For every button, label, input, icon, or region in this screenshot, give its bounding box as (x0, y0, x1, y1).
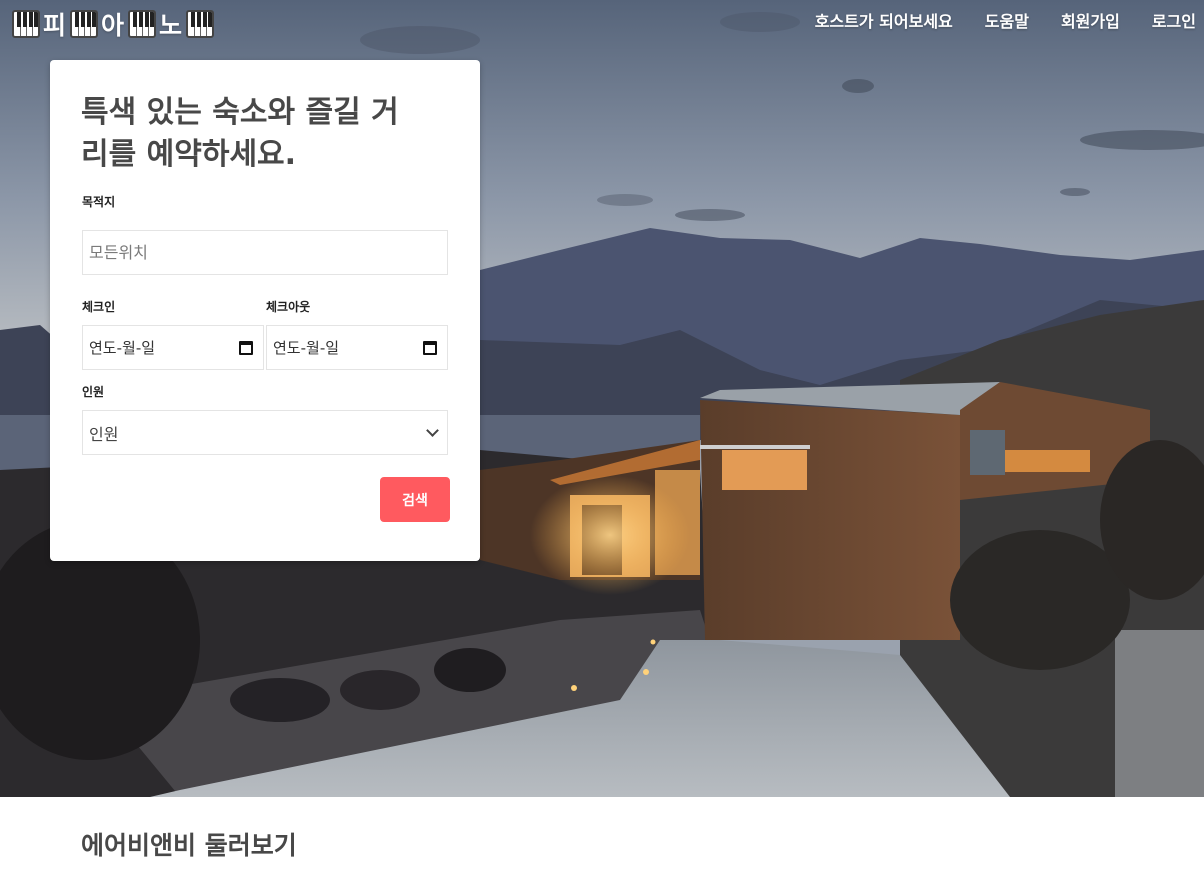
piano-icon (70, 10, 99, 38)
nav-help-link[interactable]: 도움말 (985, 8, 1029, 32)
calendar-icon[interactable] (423, 340, 437, 355)
checkin-date-input[interactable]: 연도-월-일 (82, 325, 264, 370)
checkin-label: 체크인 (82, 300, 116, 314)
checkout-date-value: 연도-월-일 (273, 339, 340, 357)
nav-login-link[interactable]: 로그인 (1152, 8, 1196, 32)
piano-icon (128, 10, 157, 38)
nav-become-host-link[interactable]: 호스트가 되어보세요 (815, 8, 953, 32)
top-navigation: 호스트가 되어보세요 도움말 회원가입 로그인 (815, 8, 1196, 32)
logo[interactable]: 피 아 노 (12, 8, 215, 40)
guests-label: 인원 (82, 385, 105, 399)
checkout-label: 체크아웃 (266, 300, 311, 314)
logo-text-part: 피 (43, 11, 68, 40)
calendar-icon[interactable] (239, 340, 253, 355)
destination-label: 목적지 (82, 195, 116, 209)
destination-input[interactable] (89, 243, 441, 262)
explore-section-title: 에어비앤비 둘러보기 (81, 831, 297, 860)
chevron-down-icon (426, 424, 439, 437)
logo-text-part: 노 (159, 11, 184, 40)
checkout-date-input[interactable]: 연도-월-일 (266, 325, 448, 370)
guests-selected-value: 인원 (89, 424, 119, 444)
guests-select[interactable]: 인원 (82, 410, 448, 455)
search-heading: 특색 있는 숙소와 즐길 거리를 예약하세요. (81, 95, 399, 172)
search-card: 특색 있는 숙소와 즐길 거리를 예약하세요. 목적지 체크인 체크아웃 연도-… (50, 60, 480, 561)
logo-text-part: 아 (101, 11, 126, 40)
destination-field[interactable] (82, 230, 448, 275)
search-button[interactable]: 검색 (380, 477, 450, 522)
piano-icon (12, 10, 40, 38)
piano-icon (186, 10, 215, 38)
checkin-date-value: 연도-월-일 (89, 339, 156, 357)
nav-signup-link[interactable]: 회원가입 (1061, 8, 1120, 32)
